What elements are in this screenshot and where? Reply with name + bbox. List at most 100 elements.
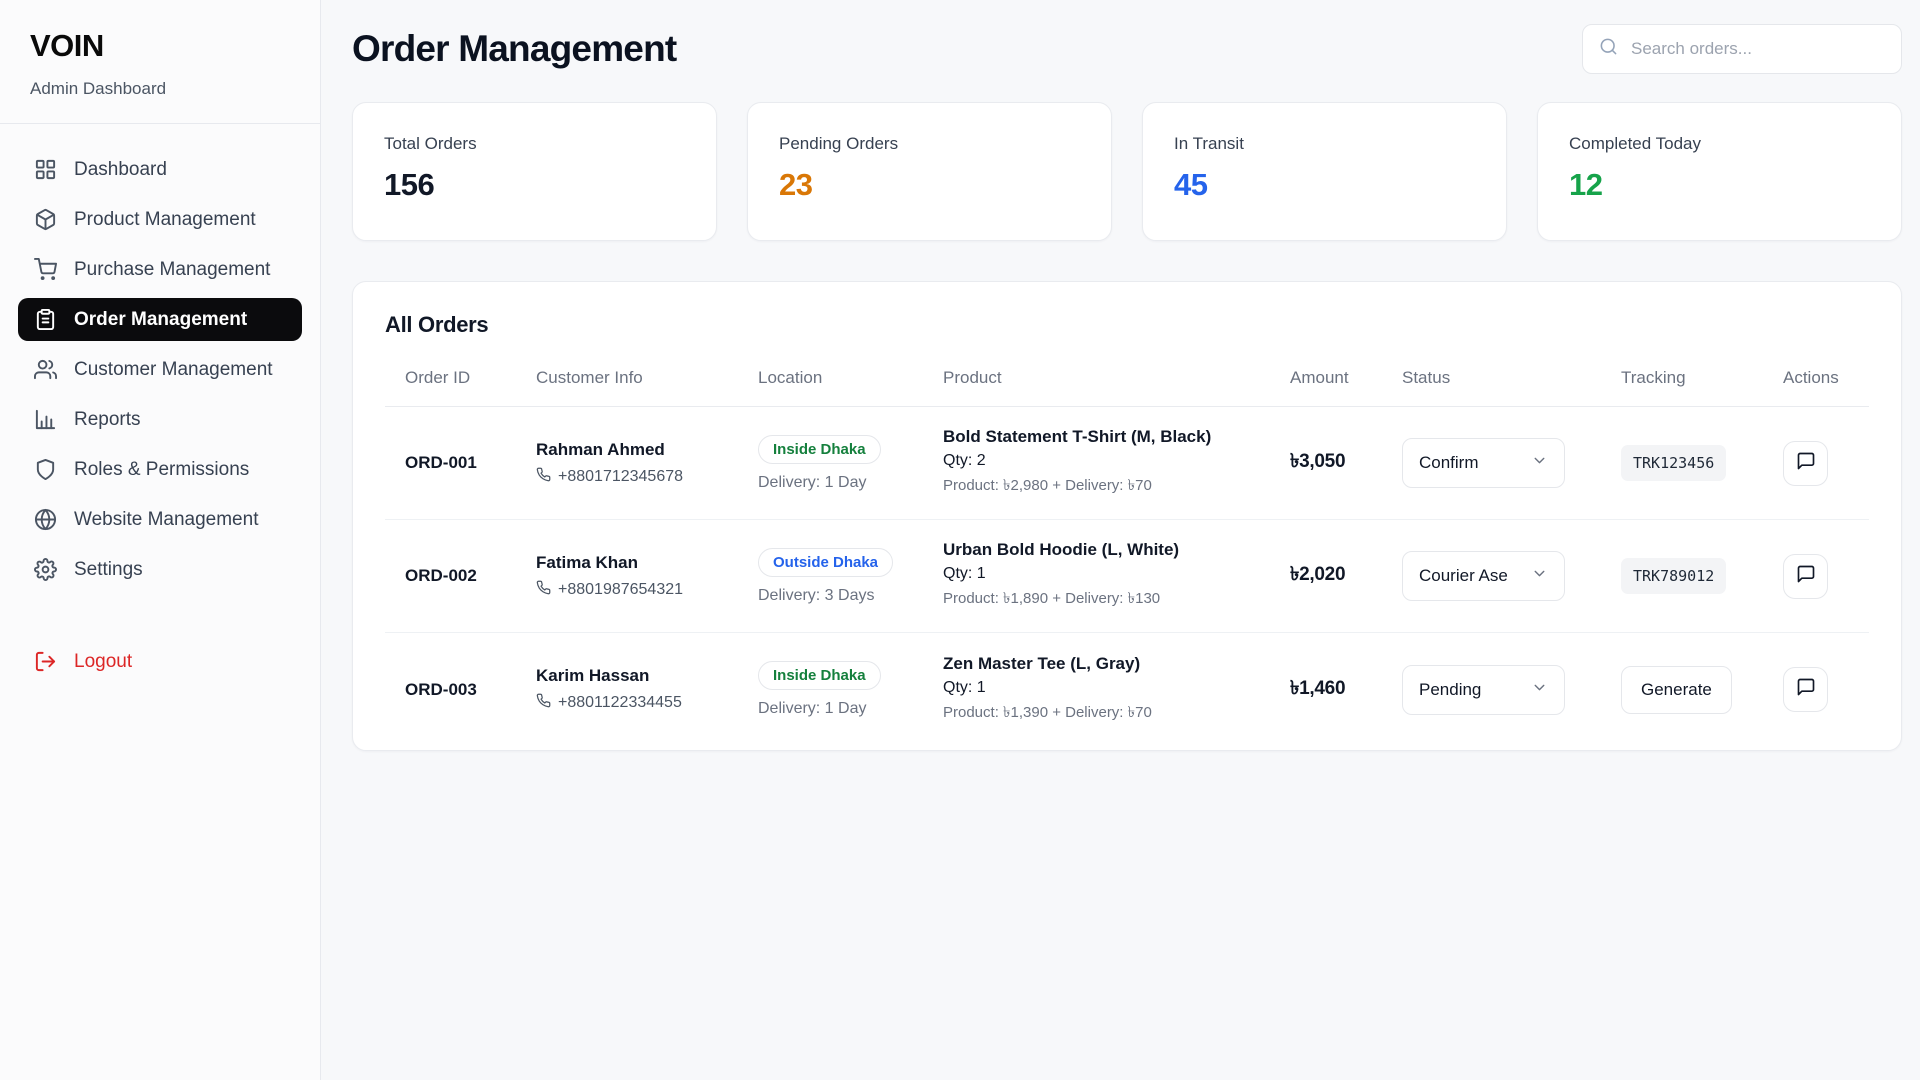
product-cell: Urban Bold Hoodie (L, White) Qty: 1 Prod… <box>923 540 1270 612</box>
nav-item-label: Settings <box>74 559 143 581</box>
nav-item-label: Product Management <box>74 209 256 231</box>
cart-icon <box>34 258 57 281</box>
sidebar-item-order-management[interactable]: Order Management <box>18 298 302 341</box>
customer-info-cell: Fatima Khan +8801987654321 <box>516 553 738 600</box>
chat-icon <box>1796 677 1816 702</box>
actions-cell <box>1763 441 1869 486</box>
chat-button[interactable] <box>1783 667 1828 712</box>
column-header-tracking: Tracking <box>1601 368 1763 388</box>
main-content: Order Management Total Orders 156 Pendin… <box>321 0 1920 1080</box>
product-name: Bold Statement T-Shirt (M, Black) <box>943 427 1270 447</box>
orders-table-body: ORD-001 Rahman Ahmed +8801712345678 Insi… <box>385 407 1869 746</box>
location-badge: Outside Dhaka <box>758 548 893 577</box>
sidebar-item-purchase-management[interactable]: Purchase Management <box>18 248 302 291</box>
stat-label: Pending Orders <box>779 134 1080 154</box>
globe-icon <box>34 508 57 531</box>
stat-value: 45 <box>1174 167 1475 203</box>
sidebar-nav: Dashboard Product Management Purchase Ma… <box>0 124 320 683</box>
search-box[interactable] <box>1582 24 1902 74</box>
sidebar-item-product-management[interactable]: Product Management <box>18 198 302 241</box>
sidebar-item-logout[interactable]: Logout <box>18 640 302 683</box>
stat-card: Completed Today 12 <box>1537 102 1902 241</box>
orders-card: All Orders Order IDCustomer InfoLocation… <box>352 281 1902 751</box>
customer-name: Fatima Khan <box>536 553 738 573</box>
tracking-cell: TRK789012 <box>1601 558 1763 594</box>
brand-subtitle: Admin Dashboard <box>0 64 320 123</box>
phone-icon <box>536 467 551 487</box>
tracking-cell: Generate <box>1601 666 1763 714</box>
customer-phone-number: +8801122334455 <box>558 694 682 712</box>
orders-table-header: Order IDCustomer InfoLocationProductAmou… <box>385 368 1869 407</box>
main-header: Order Management <box>352 24 1902 74</box>
chevron-down-icon <box>1531 565 1548 587</box>
sidebar-item-dashboard[interactable]: Dashboard <box>18 148 302 191</box>
product-qty: Qty: 1 <box>943 679 1270 697</box>
stat-value: 23 <box>779 167 1080 203</box>
order-amount: ৳2,020 <box>1270 560 1382 592</box>
customer-name: Rahman Ahmed <box>536 440 738 460</box>
column-header-order-id: Order ID <box>385 368 516 388</box>
tracking-cell: TRK123456 <box>1601 445 1763 481</box>
nav-item-label: Roles & Permissions <box>74 459 249 481</box>
chat-button[interactable] <box>1783 441 1828 486</box>
column-header-customer-info: Customer Info <box>516 368 738 388</box>
customer-name: Karim Hassan <box>536 666 738 686</box>
product-cell: Zen Master Tee (L, Gray) Qty: 1 Product:… <box>923 654 1270 726</box>
phone-icon <box>536 693 551 713</box>
shield-icon <box>34 458 57 481</box>
stat-label: In Transit <box>1174 134 1475 154</box>
chart-icon <box>34 408 57 431</box>
stat-card: In Transit 45 <box>1142 102 1507 241</box>
product-qty: Qty: 2 <box>943 452 1270 470</box>
status-select-value: Pending <box>1419 680 1481 700</box>
status-select-value: Confirm <box>1419 453 1479 473</box>
location-badge: Inside Dhaka <box>758 661 881 690</box>
nav-item-label: Dashboard <box>74 159 167 181</box>
stats-row: Total Orders 156 Pending Orders 23 In Tr… <box>352 102 1902 241</box>
page-title: Order Management <box>352 28 676 70</box>
sidebar-item-customer-management[interactable]: Customer Management <box>18 348 302 391</box>
actions-cell <box>1763 554 1869 599</box>
order-id: ORD-002 <box>385 566 516 586</box>
status-select[interactable]: Confirm <box>1402 438 1565 488</box>
product-qty: Qty: 1 <box>943 565 1270 583</box>
status-select-value: Courier Ase <box>1419 566 1508 586</box>
customer-phone: +8801122334455 <box>536 693 738 713</box>
nav-item-label: Website Management <box>74 509 258 531</box>
product-cell: Bold Statement T-Shirt (M, Black) Qty: 2… <box>923 427 1270 499</box>
status-select[interactable]: Courier Ase <box>1402 551 1565 601</box>
status-cell: Pending <box>1382 665 1601 715</box>
sidebar-item-settings[interactable]: Settings <box>18 548 302 591</box>
phone-icon <box>536 580 551 600</box>
package-icon <box>34 208 57 231</box>
status-cell: Confirm <box>1382 438 1601 488</box>
search-input[interactable] <box>1629 38 1885 60</box>
order-amount: ৳1,460 <box>1270 674 1382 706</box>
status-select[interactable]: Pending <box>1402 665 1565 715</box>
clipboard-icon <box>34 308 57 331</box>
product-name: Urban Bold Hoodie (L, White) <box>943 540 1270 560</box>
logout-icon <box>34 650 57 673</box>
nav-item-label: Order Management <box>74 309 247 331</box>
delivery-time: Delivery: 1 Day <box>758 700 923 718</box>
product-name: Zen Master Tee (L, Gray) <box>943 654 1270 674</box>
delivery-time: Delivery: 1 Day <box>758 474 923 492</box>
customer-info-cell: Rahman Ahmed +8801712345678 <box>516 440 738 487</box>
sidebar-item-website-management[interactable]: Website Management <box>18 498 302 541</box>
location-cell: Inside Dhaka Delivery: 1 Day <box>738 435 923 492</box>
sidebar-item-reports[interactable]: Reports <box>18 398 302 441</box>
chat-button[interactable] <box>1783 554 1828 599</box>
location-badge: Inside Dhaka <box>758 435 881 464</box>
generate-tracking-button[interactable]: Generate <box>1621 666 1732 714</box>
price-breakdown: Product: ৳2,980 + Delivery: ৳70 <box>943 474 1270 499</box>
stat-label: Completed Today <box>1569 134 1870 154</box>
brand-logo: VOIN <box>0 28 320 64</box>
customer-phone: +8801712345678 <box>536 467 738 487</box>
customer-info-cell: Karim Hassan +8801122334455 <box>516 666 738 713</box>
price-breakdown: Product: ৳1,890 + Delivery: ৳130 <box>943 587 1270 612</box>
location-cell: Outside Dhaka Delivery: 3 Days <box>738 548 923 605</box>
table-row: ORD-001 Rahman Ahmed +8801712345678 Insi… <box>385 407 1869 520</box>
customer-phone: +8801987654321 <box>536 580 738 600</box>
stat-card: Pending Orders 23 <box>747 102 1112 241</box>
sidebar-item-roles-permissions[interactable]: Roles & Permissions <box>18 448 302 491</box>
